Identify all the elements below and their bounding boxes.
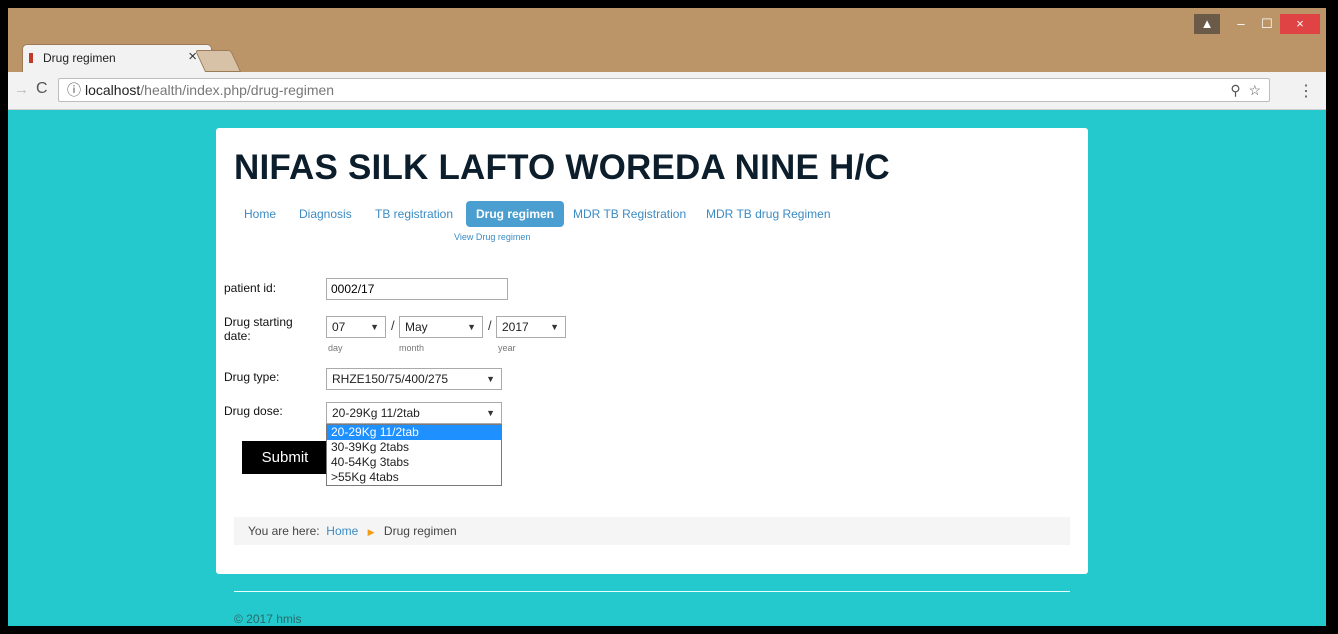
breadcrumb-home-link[interactable]: Home bbox=[326, 524, 358, 538]
info-icon[interactable]: ⓘ bbox=[67, 82, 81, 98]
browser-toolbar: → C ⓘ localhost/health/index.php/drug-reg… bbox=[8, 72, 1326, 110]
chevron-down-icon: ▼ bbox=[486, 374, 495, 384]
year-select[interactable]: 2017 ▼ bbox=[496, 316, 566, 338]
breadcrumb-prefix: You are here: bbox=[248, 524, 320, 538]
address-bar[interactable]: ⓘ localhost/health/index.php/drug-regimen… bbox=[58, 78, 1270, 102]
user-profile-icon[interactable]: ▲ bbox=[1194, 14, 1220, 34]
reload-icon[interactable]: C bbox=[36, 80, 48, 98]
nav-mdr-tb-registration[interactable]: MDR TB Registration bbox=[573, 201, 686, 227]
url-path: /health/index.php/drug-regimen bbox=[140, 82, 335, 98]
day-hint: day bbox=[328, 343, 343, 353]
breadcrumb: You are here: Home ▶ Drug regimen bbox=[234, 517, 1070, 545]
nav-home[interactable]: Home bbox=[244, 201, 276, 227]
footer-copyright: © 2017 hmis bbox=[234, 612, 302, 626]
url-host: localhost bbox=[85, 82, 141, 98]
year-select-value: 2017 bbox=[502, 320, 529, 334]
footer-divider bbox=[234, 591, 1070, 592]
zoom-icon[interactable]: ⚲ bbox=[1230, 82, 1240, 98]
submit-button[interactable]: Submit bbox=[242, 441, 328, 474]
dose-option[interactable]: 40-54Kg 3tabs bbox=[327, 455, 501, 470]
date-separator: / bbox=[488, 318, 492, 333]
day-select-value: 07 bbox=[332, 320, 346, 334]
page-card: NIFAS SILK LAFTO WOREDA NINE H/C Home Di… bbox=[216, 128, 1088, 574]
drug-start-date-label: Drug starting date: bbox=[224, 315, 293, 343]
day-select[interactable]: 07 ▼ bbox=[326, 316, 386, 338]
drug-type-label: Drug type: bbox=[224, 370, 280, 384]
drug-dose-label: Drug dose: bbox=[224, 404, 283, 418]
dose-option[interactable]: 20-29Kg 11/2tab bbox=[327, 425, 501, 440]
site-title: NIFAS SILK LAFTO WOREDA NINE H/C bbox=[234, 148, 890, 187]
date-separator: / bbox=[391, 318, 395, 333]
window-controls: ▲ – ☐ × bbox=[1194, 14, 1320, 34]
chevron-down-icon: ▼ bbox=[370, 322, 379, 332]
omnibox-actions: ⚲ ☆ bbox=[1230, 79, 1261, 101]
drug-type-value: RHZE150/75/400/275 bbox=[332, 372, 449, 386]
window-close-icon[interactable]: × bbox=[1280, 14, 1320, 34]
minimize-icon[interactable]: – bbox=[1228, 14, 1254, 34]
nav-diagnosis[interactable]: Diagnosis bbox=[299, 201, 352, 227]
chevron-down-icon: ▼ bbox=[486, 408, 495, 418]
month-select[interactable]: May ▼ bbox=[399, 316, 483, 338]
screenshot-frame: Drug regimen × ▲ – ☐ × → C ⓘ localhost/he… bbox=[8, 8, 1326, 626]
dose-option[interactable]: >55Kg 4tabs bbox=[327, 470, 501, 485]
tab-title: Drug regimen bbox=[43, 51, 116, 65]
browser-titlebar: Drug regimen × ▲ – ☐ × bbox=[8, 8, 1326, 72]
nav-tb-registration[interactable]: TB registration bbox=[375, 201, 453, 227]
patient-id-label: patient id: bbox=[224, 281, 277, 295]
browser-tab[interactable]: Drug regimen × bbox=[22, 44, 212, 72]
maximize-icon[interactable]: ☐ bbox=[1254, 14, 1280, 34]
dose-option[interactable]: 30-39Kg 2tabs bbox=[327, 440, 501, 455]
browser-menu-icon[interactable]: ⋮ bbox=[1298, 81, 1314, 101]
drug-type-select[interactable]: RHZE150/75/400/275 ▼ bbox=[326, 368, 502, 390]
chevron-down-icon: ▼ bbox=[550, 322, 559, 332]
drug-dose-select[interactable]: 20-29Kg 11/2tab ▼ bbox=[326, 402, 502, 424]
breadcrumb-current: Drug regimen bbox=[383, 524, 457, 538]
breadcrumb-separator-icon: ▶ bbox=[367, 527, 375, 537]
subnav-view-drug-regimen[interactable]: View Drug regimen bbox=[454, 232, 530, 242]
chevron-down-icon: ▼ bbox=[467, 322, 476, 332]
bookmark-star-icon[interactable]: ☆ bbox=[1248, 82, 1261, 98]
drug-dose-value: 20-29Kg 11/2tab bbox=[332, 406, 420, 420]
month-hint: month bbox=[399, 343, 425, 353]
nav-drug-regimen[interactable]: Drug regimen bbox=[466, 201, 565, 227]
patient-id-input[interactable] bbox=[326, 278, 508, 300]
favicon-icon bbox=[29, 53, 33, 63]
year-hint: year bbox=[498, 343, 516, 353]
drug-dose-dropdown: 20-29Kg 11/2tab 30-39Kg 2tabs 40-54Kg 3t… bbox=[326, 424, 502, 486]
nav-mdr-tb-drug-regimen[interactable]: MDR TB drug Regimen bbox=[706, 201, 831, 227]
back-icon[interactable]: → bbox=[14, 81, 29, 98]
month-select-value: May bbox=[405, 320, 428, 334]
